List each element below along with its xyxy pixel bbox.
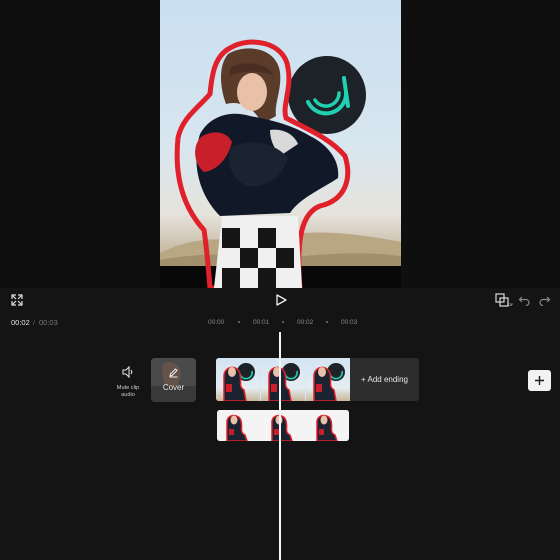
add-ending-button[interactable]: + Add ending xyxy=(350,358,419,401)
clip-thumbnail xyxy=(261,358,305,401)
clip-thumbnail xyxy=(306,358,350,401)
overlay-thumbnail xyxy=(262,410,306,441)
cover-thumbnail xyxy=(151,358,196,402)
ruler-dot xyxy=(238,321,240,323)
overlay-clip[interactable] xyxy=(217,410,349,441)
playhead[interactable] xyxy=(279,332,281,560)
total-time: 00:03 xyxy=(39,318,58,327)
current-time: 00:02 xyxy=(11,318,30,327)
speaker-icon xyxy=(121,365,132,379)
pencil-icon xyxy=(169,368,178,378)
ruler-tick-label: 00:03 xyxy=(341,319,358,326)
cover-label: Cover xyxy=(162,383,185,392)
ruler-tick-label: 00:00 xyxy=(208,319,225,326)
compare-off-icon[interactable]: OFF xyxy=(494,291,514,309)
clip-thumbnail xyxy=(216,358,260,401)
undo-icon[interactable] xyxy=(516,292,532,308)
add-track-button[interactable] xyxy=(528,370,551,391)
cover-button[interactable]: Cover xyxy=(151,358,196,402)
subject-cutout xyxy=(174,39,351,288)
overlay-thumbnail xyxy=(307,410,349,441)
overlay-thumbnail xyxy=(217,410,261,441)
fullscreen-icon[interactable] xyxy=(8,291,26,309)
redo-icon[interactable] xyxy=(537,292,553,308)
svg-text:OFF: OFF xyxy=(508,302,513,307)
ruler-tick-label: 00:02 xyxy=(297,319,314,326)
ruler-dot xyxy=(326,321,328,323)
main-video-clip[interactable] xyxy=(216,358,350,401)
ruler-dot xyxy=(282,321,284,323)
mute-clip-audio-button[interactable]: Mute clip audio xyxy=(112,365,144,401)
ruler-tick-label: 00:01 xyxy=(253,319,270,326)
plus-icon xyxy=(535,376,544,385)
mute-clip-audio-label: Mute clip audio xyxy=(116,385,140,398)
play-icon[interactable] xyxy=(271,290,291,310)
time-separator: / xyxy=(33,318,36,327)
